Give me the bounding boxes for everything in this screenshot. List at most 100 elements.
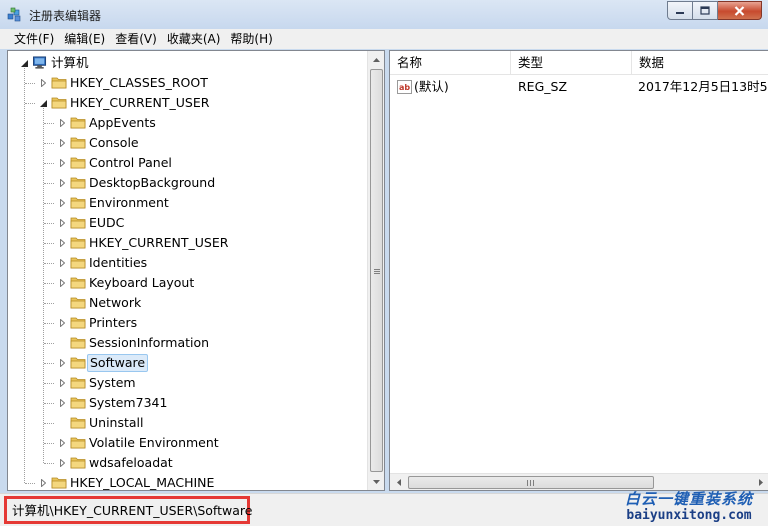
tree-node-label[interactable]: System7341: [87, 394, 169, 412]
menu-help[interactable]: 帮助(H): [226, 29, 278, 49]
folder-icon: [70, 197, 86, 209]
tree-node-label[interactable]: 计算机: [49, 54, 91, 72]
tree-node-label[interactable]: SessionInformation: [87, 334, 211, 352]
column-data[interactable]: 数据: [632, 51, 768, 75]
collapsed-arrow-icon[interactable]: [39, 79, 47, 87]
column-type[interactable]: 类型: [511, 51, 632, 75]
tree-node-label[interactable]: HKEY_CURRENT_USER: [87, 234, 230, 252]
menu-file[interactable]: 文件(F): [10, 29, 60, 49]
expanded-arrow-icon[interactable]: [39, 99, 47, 107]
collapsed-arrow-icon[interactable]: [58, 159, 66, 167]
tree-row[interactable]: System: [8, 373, 368, 393]
collapsed-arrow-icon[interactable]: [58, 139, 66, 147]
scroll-thumb[interactable]: [370, 69, 383, 472]
collapsed-arrow-icon[interactable]: [39, 479, 47, 487]
tree-row[interactable]: HKEY_LOCAL_MACHINE: [8, 473, 368, 490]
tree-row[interactable]: Uninstall: [8, 413, 368, 433]
tree-node-label[interactable]: EUDC: [87, 214, 126, 232]
tree-row[interactable]: System7341: [8, 393, 368, 413]
tree-row[interactable]: 计算机: [8, 53, 368, 73]
collapsed-arrow-icon[interactable]: [58, 219, 66, 227]
collapsed-arrow-icon[interactable]: [58, 279, 66, 287]
tree-node-label[interactable]: Identities: [87, 254, 149, 272]
tree-node-label[interactable]: HKEY_CURRENT_USER: [68, 94, 211, 112]
collapsed-arrow-icon[interactable]: [58, 379, 66, 387]
tree-node-label[interactable]: HKEY_LOCAL_MACHINE: [68, 474, 216, 490]
collapsed-arrow-icon[interactable]: [58, 119, 66, 127]
tree-row[interactable]: EUDC: [8, 213, 368, 233]
scroll-left-arrow-icon[interactable]: [390, 474, 407, 490]
tree-node-label[interactable]: Printers: [87, 314, 139, 332]
menu-view[interactable]: 查看(V): [111, 29, 163, 49]
tree-node-selected-label[interactable]: Software: [87, 354, 149, 372]
collapsed-arrow-icon[interactable]: [58, 179, 66, 187]
folder-icon: [70, 377, 86, 389]
menu-bar: 文件(F) 编辑(E) 查看(V) 收藏夹(A) 帮助(H): [0, 29, 768, 49]
tree-row[interactable]: HKEY_CLASSES_ROOT: [8, 73, 368, 93]
values-list[interactable]: 名称 类型 数据 ab (默认) REG_SZ 2017年12月5日13时56: [389, 50, 768, 491]
menu-edit[interactable]: 编辑(E): [60, 29, 111, 49]
tree-node-label[interactable]: Environment: [87, 194, 171, 212]
tree-node-label[interactable]: Console: [87, 134, 141, 152]
tree-node-label[interactable]: Volatile Environment: [87, 434, 221, 452]
horizontal-scroll-thumb[interactable]: [408, 476, 654, 489]
close-button[interactable]: [718, 1, 762, 20]
collapsed-arrow-icon[interactable]: [58, 459, 66, 467]
tree-row[interactable]: Printers: [8, 313, 368, 333]
status-bar: 计算机\HKEY_CURRENT_USER\Software 白云一键重装系统 …: [0, 490, 768, 526]
folder-icon: [70, 317, 86, 329]
tree-node-label[interactable]: Uninstall: [87, 414, 146, 432]
tree-row[interactable]: Network: [8, 293, 368, 313]
collapsed-arrow-icon[interactable]: [58, 239, 66, 247]
watermark-url: baiyunxitong.com: [626, 508, 752, 523]
folder-icon: [70, 177, 86, 189]
tree-row[interactable]: DesktopBackground: [8, 173, 368, 193]
tree-vertical-scrollbar[interactable]: [367, 51, 384, 490]
computer-icon: [33, 56, 47, 69]
folder-icon: [70, 357, 86, 369]
tree-row[interactable]: Keyboard Layout: [8, 273, 368, 293]
watermark: 白云一键重装系统 baiyunxitong.com: [614, 490, 764, 524]
tree-row[interactable]: Identities: [8, 253, 368, 273]
tree-row[interactable]: Control Panel: [8, 153, 368, 173]
tree-node-label[interactable]: wdsafeloadat: [87, 454, 175, 472]
scroll-up-arrow-icon[interactable]: [368, 51, 384, 68]
tree-row[interactable]: HKEY_CURRENT_USER: [8, 93, 368, 113]
collapsed-arrow-icon[interactable]: [58, 259, 66, 267]
tree-node-label[interactable]: HKEY_CLASSES_ROOT: [68, 74, 210, 92]
window-title: 注册表编辑器: [29, 9, 102, 23]
tree-node-label[interactable]: AppEvents: [87, 114, 158, 132]
tree-row[interactable]: AppEvents: [8, 113, 368, 133]
minimize-button[interactable]: [667, 1, 693, 20]
maximize-icon: [700, 6, 710, 15]
list-horizontal-scrollbar[interactable]: [390, 473, 768, 490]
tree-node-label[interactable]: System: [87, 374, 138, 392]
tree-node-label[interactable]: Control Panel: [87, 154, 174, 172]
scroll-right-arrow-icon[interactable]: [752, 474, 768, 490]
collapsed-arrow-icon[interactable]: [58, 319, 66, 327]
list-item[interactable]: ab (默认) REG_SZ 2017年12月5日13时56: [390, 77, 768, 97]
scroll-down-arrow-icon[interactable]: [368, 473, 384, 490]
tree-row[interactable]: SessionInformation: [8, 333, 368, 353]
collapsed-arrow-icon[interactable]: [58, 199, 66, 207]
tree-row[interactable]: HKEY_CURRENT_USER: [8, 233, 368, 253]
tree-row[interactable]: wdsafeloadat: [8, 453, 368, 473]
tree-node-label[interactable]: Keyboard Layout: [87, 274, 196, 292]
folder-icon: [70, 437, 86, 449]
collapsed-arrow-icon[interactable]: [58, 399, 66, 407]
expanded-arrow-icon[interactable]: [20, 59, 28, 67]
maximize-button[interactable]: [693, 1, 718, 20]
tree-node-label[interactable]: DesktopBackground: [87, 174, 217, 192]
tree-row[interactable]: Software: [8, 353, 368, 373]
tree-node-label[interactable]: Network: [87, 294, 143, 312]
tree-row[interactable]: Environment: [8, 193, 368, 213]
registry-tree[interactable]: 计算机 HKEY_CLASSES_ROOT HKEY_CURRENT_USER App…: [7, 50, 385, 491]
minimize-icon: [676, 11, 684, 14]
tree-row[interactable]: Console: [8, 133, 368, 153]
tree-row[interactable]: Volatile Environment: [8, 433, 368, 453]
collapsed-arrow-icon[interactable]: [58, 439, 66, 447]
column-name[interactable]: 名称: [390, 51, 511, 75]
collapsed-arrow-icon[interactable]: [58, 359, 66, 367]
folder-icon: [70, 457, 86, 469]
menu-favorites[interactable]: 收藏夹(A): [163, 29, 227, 49]
